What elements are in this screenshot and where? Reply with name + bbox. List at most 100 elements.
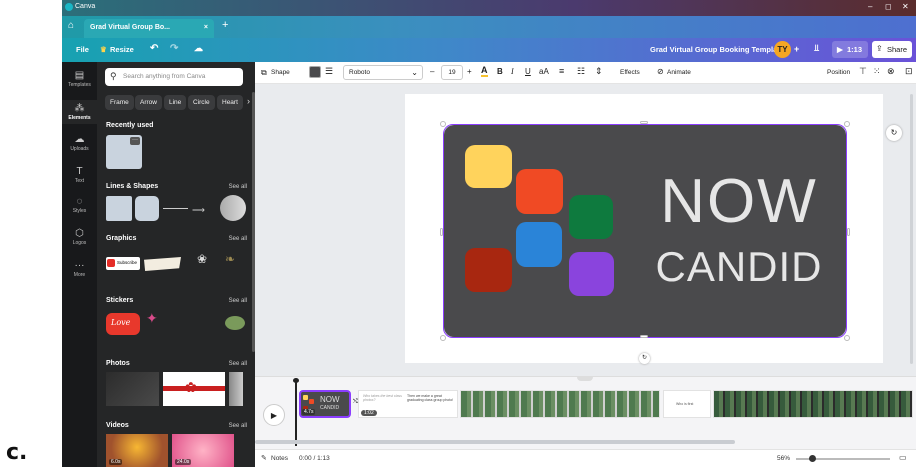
recent-shape[interactable]: ··· xyxy=(106,135,142,169)
ribbon-photo[interactable]: ✿ xyxy=(163,372,225,406)
torn-paper-graphic[interactable] xyxy=(144,257,181,271)
corner-handle-tr[interactable] xyxy=(844,121,850,127)
case-button[interactable]: aA xyxy=(539,67,549,76)
zoom-slider-thumb[interactable] xyxy=(809,455,816,462)
rail-logos[interactable]: ⬡ Logos xyxy=(62,228,97,246)
clip-3[interactable] xyxy=(460,390,660,418)
resize-button[interactable]: Resize xyxy=(110,45,134,54)
rail-uploads[interactable]: ☁ Uploads xyxy=(62,134,97,152)
page-view-icon[interactable]: ▭ xyxy=(899,453,907,462)
notes-button[interactable]: Notes xyxy=(271,455,288,462)
zoom-level[interactable]: 56% xyxy=(777,455,790,462)
clip-5[interactable] xyxy=(713,390,913,418)
playhead-knob[interactable] xyxy=(293,378,299,383)
pink-video[interactable]: 24.0s xyxy=(172,434,234,467)
playhead[interactable] xyxy=(295,380,297,446)
leaf-graphic[interactable]: ❧ xyxy=(225,252,235,266)
effects-button[interactable]: Effects xyxy=(620,69,640,76)
see-all-graphics[interactable]: See all xyxy=(229,236,247,242)
rounded-square-shape[interactable] xyxy=(135,196,159,221)
line-shape[interactable] xyxy=(163,208,188,209)
avatar[interactable]: TY xyxy=(774,41,791,58)
tab-document[interactable]: Grad Virtual Group Bo... × xyxy=(84,19,214,38)
rail-styles[interactable]: ◌ Styles xyxy=(62,196,97,214)
undo-icon[interactable]: ↶ xyxy=(150,43,158,54)
align-icon[interactable]: ≡ xyxy=(559,66,564,76)
fill-color-swatch[interactable] xyxy=(309,66,321,78)
clip-4[interactable]: Who is first xyxy=(663,390,711,418)
resize-handle-bottom[interactable] xyxy=(640,335,648,338)
timeline-play-button[interactable]: ▶ xyxy=(263,404,285,426)
maximize-button[interactable]: ◻ xyxy=(885,2,892,11)
font-size-decrease[interactable]: – xyxy=(430,67,434,76)
timeline-scrollbar[interactable] xyxy=(255,440,735,444)
transparency-icon[interactable]: ⁙ xyxy=(873,66,881,77)
chip-circle[interactable]: Circle xyxy=(188,95,215,110)
pinata-sticker[interactable]: ✦ xyxy=(146,310,158,327)
document-title[interactable]: Grad Virtual Group Booking Template xyxy=(650,45,784,54)
chip-line[interactable]: Line xyxy=(164,95,187,110)
timeline-handle[interactable] xyxy=(577,377,593,381)
position-button[interactable]: Position xyxy=(827,69,850,76)
spacing-icon[interactable]: ⇕ xyxy=(595,66,603,77)
fire-video[interactable]: 6.0s xyxy=(106,434,168,467)
font-size-input[interactable]: 19 xyxy=(441,65,463,80)
tab-close-icon[interactable]: × xyxy=(204,24,208,31)
rail-elements[interactable]: ⁂ Elements xyxy=(62,100,97,124)
search-input[interactable]: Search anything from Canva xyxy=(123,73,205,80)
arrow-line-shape[interactable]: ⟶ xyxy=(192,205,205,216)
close-window-button[interactable]: ✕ xyxy=(902,2,909,11)
italic-button[interactable]: I xyxy=(511,67,514,76)
new-tab-button[interactable]: + xyxy=(222,19,228,31)
clip-2[interactable]: Who takes the best class photos? Then we… xyxy=(358,390,458,418)
circle-shape[interactable] xyxy=(220,195,246,221)
flower-graphic[interactable]: ❀ xyxy=(197,252,207,266)
refresh-icon[interactable]: ↻ xyxy=(886,125,902,141)
list-icon[interactable]: ☷ xyxy=(577,66,585,77)
clip-1[interactable]: NOW CANDID 4.7s xyxy=(299,390,351,418)
share-button[interactable]: ⇪ Share xyxy=(872,41,912,58)
turtle-sticker[interactable] xyxy=(225,316,245,330)
animate-button[interactable]: Animate xyxy=(667,69,691,76)
rail-more[interactable]: ··· More xyxy=(62,260,97,278)
silver-photo[interactable] xyxy=(229,372,243,406)
file-menu[interactable]: File xyxy=(76,45,89,54)
logo-background[interactable]: NOW CANDID xyxy=(444,125,846,337)
corner-handle-bl[interactable] xyxy=(440,335,446,341)
insights-icon[interactable]: ⫫ xyxy=(814,43,819,54)
font-dropdown[interactable]: Roboto ⌄ xyxy=(343,65,423,80)
add-collaborator-button[interactable]: + xyxy=(794,44,799,54)
resize-handle-left[interactable] xyxy=(440,228,443,236)
bold-button[interactable]: B xyxy=(497,67,503,76)
see-all-photos[interactable]: See all xyxy=(229,361,247,367)
see-all-lines-shapes[interactable]: See all xyxy=(229,184,247,190)
subscribe-graphic[interactable]: Subscribe xyxy=(106,257,140,270)
chip-frame[interactable]: Frame xyxy=(105,95,134,110)
chevron-right-icon[interactable]: › xyxy=(247,96,250,106)
search-box[interactable]: ⚲ Search anything from Canva xyxy=(105,68,243,86)
home-icon[interactable]: ⌂ xyxy=(68,20,74,31)
chalkboard-photo[interactable] xyxy=(106,372,159,406)
square-shape[interactable] xyxy=(106,196,132,221)
see-all-stickers[interactable]: See all xyxy=(229,298,247,304)
underline-button[interactable]: U xyxy=(525,67,531,76)
rail-templates[interactable]: ▤ Templates xyxy=(62,70,97,88)
chip-heart[interactable]: Heart xyxy=(217,95,243,110)
corner-handle-br[interactable] xyxy=(844,335,850,341)
see-all-videos[interactable]: See all xyxy=(229,423,247,429)
format-painter-icon[interactable]: ⊤ xyxy=(859,66,867,77)
more-options-icon[interactable]: ··· xyxy=(130,137,140,145)
minimize-button[interactable]: – xyxy=(868,2,872,11)
resize-handle-right[interactable] xyxy=(847,228,850,236)
canvas-scrollbar[interactable] xyxy=(910,94,913,364)
present-button[interactable]: ▶ 1:13 xyxy=(832,41,868,58)
corner-handle-tl[interactable] xyxy=(440,121,446,127)
rotate-handle-icon[interactable]: ↻ xyxy=(639,353,650,364)
shape-button[interactable]: Shape xyxy=(271,69,290,76)
link-icon[interactable]: ⊗ xyxy=(887,66,895,77)
font-size-increase[interactable]: + xyxy=(467,67,472,76)
border-style-icon[interactable]: ☰ xyxy=(325,66,333,77)
redo-icon[interactable]: ↷ xyxy=(170,43,178,54)
resize-handle-top[interactable] xyxy=(640,121,648,124)
text-color-icon[interactable]: A xyxy=(481,65,488,77)
